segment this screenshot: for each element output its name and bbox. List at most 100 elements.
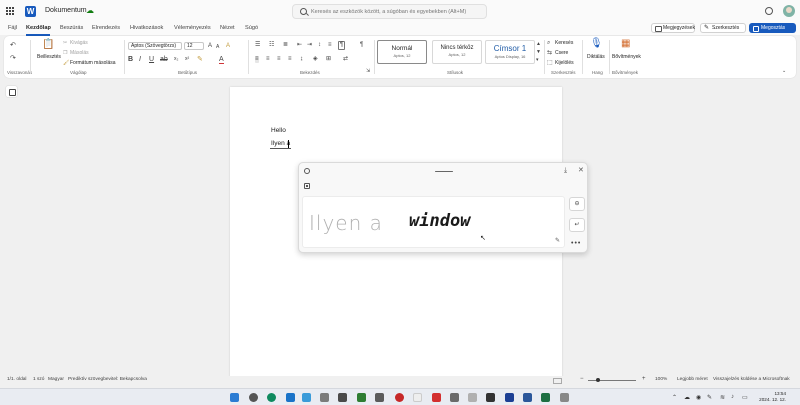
zoom-slider-thumb[interactable] xyxy=(596,378,600,382)
style-normal[interactable]: Normál Aptos, 12 xyxy=(377,40,427,64)
superscript-icon[interactable]: x² xyxy=(185,56,189,63)
tab-help[interactable]: Súgó xyxy=(245,25,258,31)
tab-review[interactable]: Véleményezés xyxy=(174,25,211,31)
app-icon-slate[interactable] xyxy=(375,393,384,402)
search-input[interactable] xyxy=(311,7,481,17)
tab-insert[interactable]: Beszúrás xyxy=(60,25,83,31)
style-heading-1[interactable]: Címsor 1 Aptos Display, 16 xyxy=(485,40,535,64)
increase-indent-icon[interactable]: ⇥ xyxy=(307,42,312,49)
settings-gear-icon[interactable] xyxy=(765,7,773,15)
align-center-icon[interactable]: ≡ xyxy=(266,56,270,63)
app-icon-grid[interactable] xyxy=(450,393,459,402)
numbering-icon[interactable]: ☷ xyxy=(269,42,274,49)
styles-scroll-up-icon[interactable]: ▲ xyxy=(536,41,541,48)
edge-icon[interactable] xyxy=(267,393,276,402)
app-launcher-icon[interactable] xyxy=(6,7,15,16)
battery-icon[interactable]: ▭ xyxy=(742,394,748,401)
dictate-button[interactable]: Diktálás xyxy=(587,54,605,60)
tab-references[interactable]: Hivatkozások xyxy=(130,25,163,31)
zoom-level[interactable]: 100% xyxy=(655,377,667,382)
app-icon-dark[interactable] xyxy=(338,393,347,402)
sort-icon[interactable]: ↕ xyxy=(318,42,321,49)
wifi-icon[interactable]: ≋ xyxy=(720,394,725,401)
enter-icon[interactable]: ↵ xyxy=(569,218,585,232)
italic-icon[interactable]: I xyxy=(139,56,141,63)
tab-layout[interactable]: Elrendezés xyxy=(92,25,120,31)
clock[interactable]: 13:54 2024. 12. 12. xyxy=(756,391,786,403)
document-line-1[interactable]: Hello xyxy=(271,127,286,134)
outlook-icon[interactable] xyxy=(286,393,295,402)
font-name-select[interactable]: Aptos (Szövegtörzs) xyxy=(128,42,182,50)
find-button[interactable]: Keresés xyxy=(555,40,573,46)
select-button[interactable]: Kijelölés xyxy=(555,60,574,66)
share-button[interactable]: Megosztás xyxy=(749,23,796,33)
best-fit[interactable]: Legjobb méret xyxy=(677,377,708,382)
align-right-icon[interactable]: ≡ xyxy=(277,56,281,63)
shrink-font-icon[interactable]: A xyxy=(216,44,219,51)
format-painter-button[interactable]: Formátum másolása xyxy=(70,60,116,66)
pen-tray-icon[interactable]: ✎ xyxy=(707,394,712,401)
multilevel-list-icon[interactable]: ≣ xyxy=(283,42,288,49)
bullets-icon[interactable]: ☰ xyxy=(255,42,260,49)
word-taskbar-icon[interactable] xyxy=(523,393,532,402)
redo-icon[interactable]: ↷ xyxy=(10,55,16,62)
volume-icon[interactable]: ♪ xyxy=(731,394,734,400)
more-options-icon[interactable]: ••• xyxy=(571,240,581,247)
onedrive-icon[interactable]: ☁ xyxy=(684,394,690,401)
app-icon-misc[interactable] xyxy=(560,393,569,402)
styles-more-icon[interactable]: ▾ xyxy=(536,57,539,64)
cloud-saved-icon[interactable]: ☁ xyxy=(86,7,95,15)
view-mode-icon[interactable] xyxy=(553,378,562,384)
styles-scroll-down-icon[interactable]: ▼ xyxy=(536,49,541,56)
font-color-icon[interactable]: A xyxy=(219,56,224,64)
underline-icon[interactable]: U xyxy=(149,56,154,63)
decrease-indent-icon[interactable]: ⇤ xyxy=(297,42,302,49)
justify-icon[interactable]: ≡ xyxy=(288,56,292,63)
photos-icon[interactable] xyxy=(302,393,311,402)
app-icon-excel[interactable] xyxy=(541,393,550,402)
tab-home[interactable]: Kezdőlap xyxy=(26,25,51,31)
zoom-in-icon[interactable]: + xyxy=(642,376,646,382)
app-icon-red[interactable] xyxy=(395,393,404,402)
language[interactable]: Magyar xyxy=(48,377,64,382)
undo-icon[interactable]: ↶ xyxy=(10,42,16,49)
line-spacing-icon[interactable]: ≡ xyxy=(328,42,332,49)
tab-view[interactable]: Nézet xyxy=(220,25,235,31)
input-mode-icon[interactable] xyxy=(304,183,310,189)
app-icon-navy[interactable] xyxy=(505,393,514,402)
app-icon-gray[interactable] xyxy=(320,393,329,402)
text-predictions[interactable]: Prediktív szövegbevitel: Bekapcsolva xyxy=(68,377,147,382)
strikethrough-icon[interactable]: ab xyxy=(160,56,168,63)
dock-icon[interactable]: ⤓ xyxy=(564,167,567,175)
borders-icon[interactable]: ⊞ xyxy=(326,56,331,63)
addins-button[interactable]: Bővítmények xyxy=(612,54,641,60)
microphone-icon[interactable]: 🎙 xyxy=(590,39,603,49)
app-icon-black[interactable] xyxy=(486,393,495,402)
navigation-pane-icon[interactable] xyxy=(6,86,17,97)
zoom-out-icon[interactable]: − xyxy=(580,376,584,382)
tab-file[interactable]: Fájl xyxy=(8,25,17,31)
comments-button[interactable]: Megjegyzések xyxy=(651,23,695,33)
font-size-select[interactable]: 12 xyxy=(184,42,204,50)
grow-font-icon[interactable]: A xyxy=(208,43,212,50)
user-avatar[interactable] xyxy=(783,5,795,17)
replace-button[interactable]: Csere xyxy=(555,50,568,56)
app-icon-silver[interactable] xyxy=(468,393,477,402)
cut-button[interactable]: Kivágás xyxy=(70,40,88,46)
erase-icon[interactable]: ⊖ xyxy=(569,197,585,211)
word-count[interactable]: 1 szó xyxy=(33,377,44,382)
app-icon-light[interactable] xyxy=(413,393,422,402)
line-height-icon[interactable]: ↨ xyxy=(300,56,303,63)
pen-settings-icon[interactable]: ✎ xyxy=(555,237,560,244)
document-title[interactable]: Dokumentum xyxy=(45,7,87,14)
handwriting-panel[interactable]: ⤓ ✕ Ilyen a window ↖ ✎ ⊖ ↵ ••• xyxy=(298,162,588,253)
search-box[interactable] xyxy=(292,4,487,19)
subscript-icon[interactable]: x₂ xyxy=(174,56,178,63)
copy-button[interactable]: Másolás xyxy=(70,50,89,56)
highlight-icon[interactable]: ✎ xyxy=(197,56,203,63)
handwriting-canvas[interactable]: Ilyen a window ↖ xyxy=(302,196,565,248)
paragraph-mark-icon[interactable]: ¶ xyxy=(360,42,363,49)
style-no-spacing[interactable]: Nincs térköz Aptos, 12 xyxy=(432,40,482,64)
page-count[interactable]: 1/1. oldal xyxy=(7,377,26,382)
network-icon[interactable]: ◉ xyxy=(696,394,701,401)
